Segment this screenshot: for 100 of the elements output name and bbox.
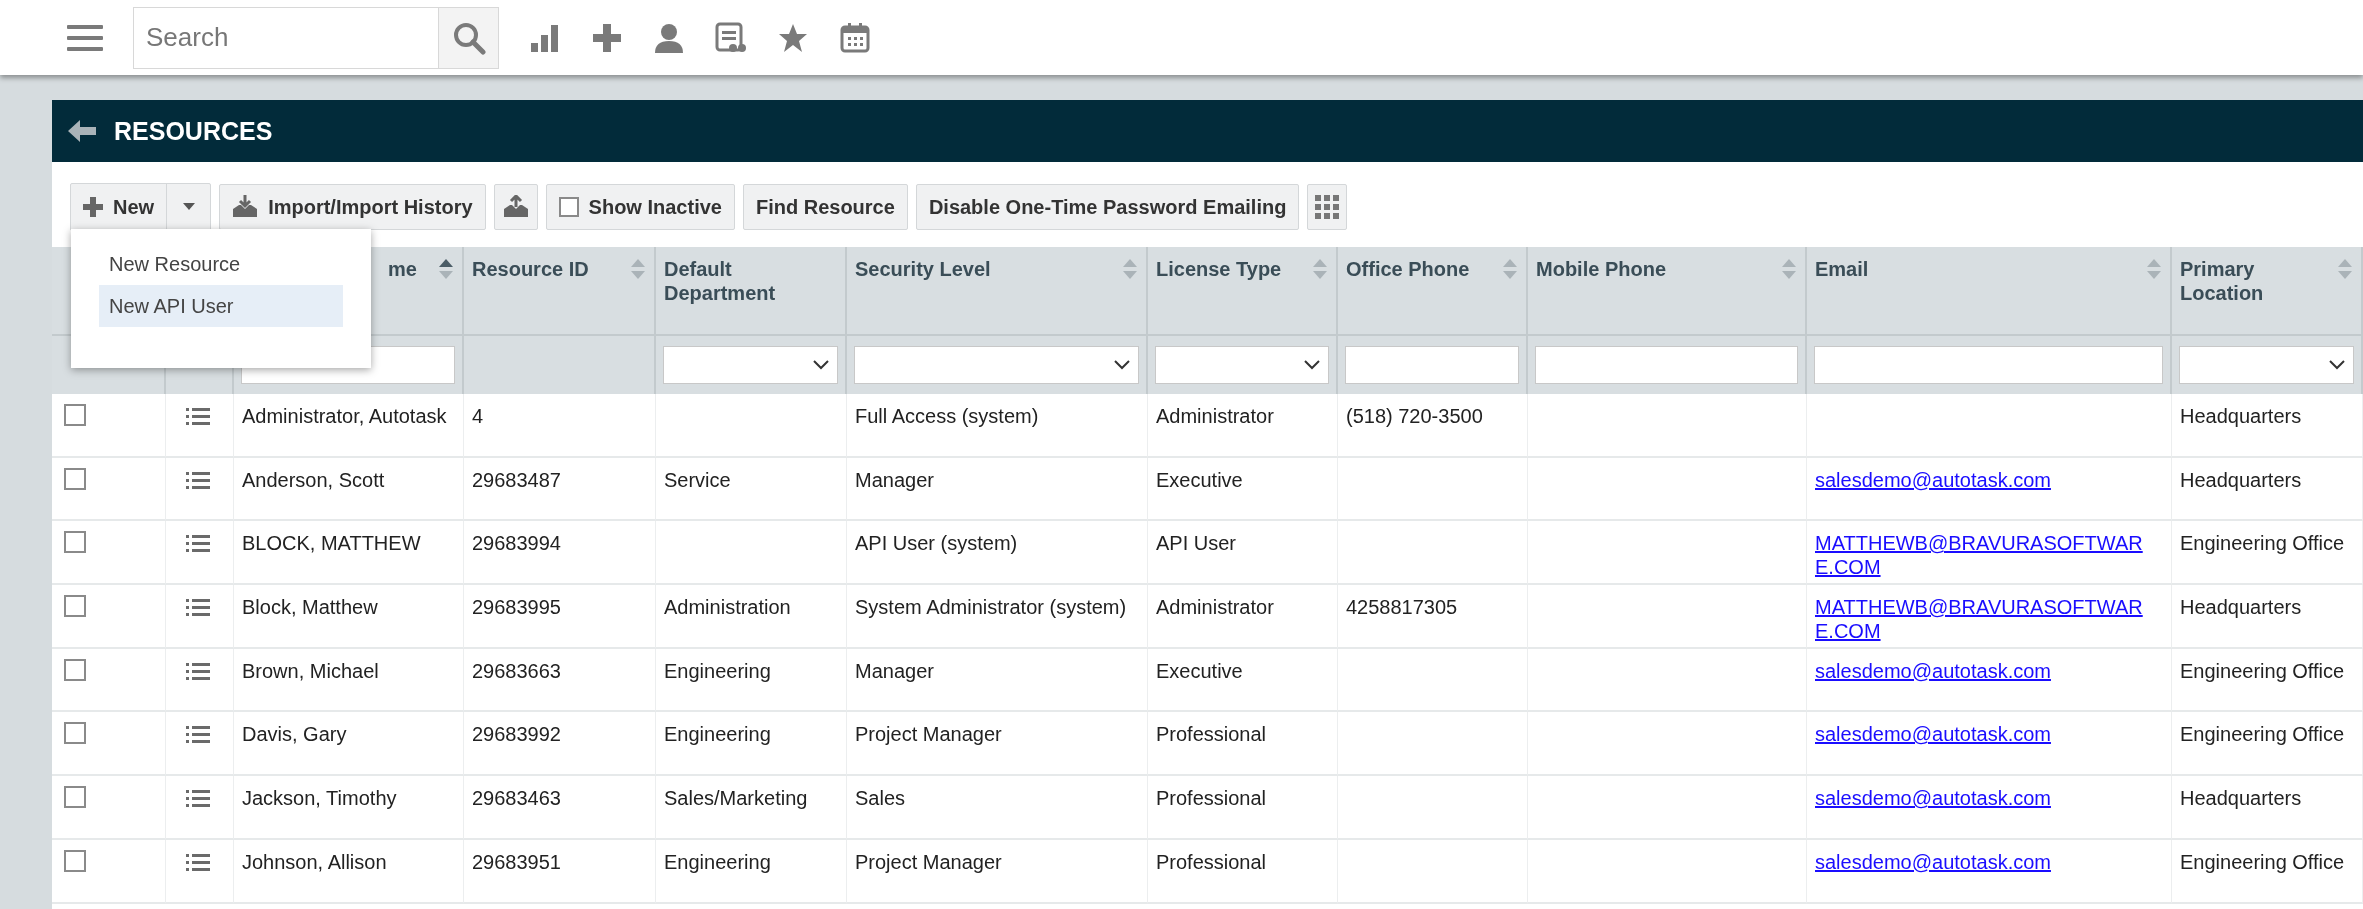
column-header[interactable]: Default Department [664,257,837,305]
table-cell: Manager [847,457,1148,522]
table-cell: Manager [847,648,1148,713]
table-cell: API User [1148,521,1338,586]
filter-field[interactable] [1345,346,1519,384]
export-button[interactable] [493,184,538,230]
table-cell: Administration [656,585,847,649]
table-cell: Executive [1148,457,1338,522]
table-cell: Sales [847,776,1148,840]
grid-icon [1315,195,1340,219]
row-checkbox[interactable] [64,786,86,809]
table-cell: 29683951 [464,839,656,904]
menu-item[interactable]: New API User [99,285,343,327]
table-cell: System Administrator (system) [847,585,1148,649]
search-icon [451,20,486,55]
email-link[interactable]: salesdemo@autotask.com [1815,722,2051,747]
table-cell: Headquarters [2172,394,2363,458]
table-cell: Jackson, Timothy [234,776,464,840]
table-cell: 29683992 [464,712,656,777]
table-cell: 4258817305 [1338,585,1528,649]
sort-icon[interactable] [438,257,454,281]
chevron-down-icon [1114,360,1130,370]
column-header[interactable]: Office Phone [1346,257,1470,281]
table-cell: Administrator, Autotask [234,394,464,458]
row-checkbox[interactable] [64,531,86,554]
chevron-down-icon [1304,360,1320,370]
table-cell: Professional [1148,839,1338,904]
chevron-down-icon [813,360,829,370]
table-cell: API User (system) [847,521,1148,586]
row-checkbox[interactable] [64,849,86,872]
table-cell: Engineering Office [2172,839,2363,904]
filter-field[interactable] [1535,346,1798,384]
disable-password-button[interactable]: Disable One-Time Password Emailing [915,184,1300,230]
list-icon[interactable] [186,724,210,745]
email-link[interactable]: salesdemo@autotask.com [1815,849,2051,874]
list-icon[interactable] [186,788,210,809]
table-cell: Administrator [1148,585,1338,649]
table-cell: Headquarters [2172,776,2363,840]
column-header[interactable]: License Type [1156,257,1282,281]
table-cell: Sales/Marketing [656,776,847,840]
back-arrow-icon[interactable] [68,120,96,142]
column-header[interactable]: Resource ID [472,257,589,281]
column-header[interactable]: Security Level [855,257,991,281]
chevron-down-icon [2329,360,2345,370]
table-cell: BLOCK, MATTHEW [234,521,464,586]
table-cell: Engineering [656,839,847,904]
table-cell: Engineering [656,648,847,713]
row-checkbox[interactable] [64,658,86,681]
table-cell: Full Access (system) [847,394,1148,458]
import-icon [232,195,259,219]
email-link[interactable]: salesdemo@autotask.com [1815,658,2051,683]
table-cell: Professional [1148,776,1338,840]
row-checkbox[interactable] [64,467,86,490]
list-icon[interactable] [186,851,210,872]
column-header[interactable]: Mobile Phone [1536,257,1666,281]
table-cell: Headquarters [2172,585,2363,649]
panel-title: RESOURCES [114,116,273,146]
table-cell: Professional [1148,712,1338,777]
email-link[interactable]: MATTHEWB@BRAVURASOFTWARE.COM [1815,595,2157,644]
search-field[interactable]: Search [133,6,499,69]
table-cell: Johnson, Allison [234,839,464,904]
table-cell: 29683663 [464,648,656,713]
table-cell: Service [656,457,847,522]
table-cell: Project Manager [847,712,1148,777]
table-cell: (518) 720-3500 [1338,394,1528,458]
email-link[interactable]: salesdemo@autotask.com [1815,467,2051,492]
checkbox[interactable] [558,197,579,217]
table-cell: Brown, Michael [234,648,464,713]
table-cell: Executive [1148,648,1338,713]
filter-field[interactable] [1814,346,2163,384]
list-icon[interactable] [186,406,210,426]
list-icon[interactable] [186,533,210,554]
table-cell: Engineering Office [2172,712,2363,777]
column-header[interactable]: Email [1815,257,1869,281]
table-cell: Block, Matthew [234,585,464,649]
table-cell: 29683463 [464,776,656,840]
table-cell: 29683487 [464,457,656,522]
row-checkbox[interactable] [64,595,86,618]
table-cell: 29683995 [464,585,656,649]
grid-view-button[interactable] [1307,184,1348,230]
menu-item[interactable]: New Resource [99,243,343,285]
table-cell: Administrator [1148,394,1338,458]
table-cell: Anderson, Scott [234,457,464,522]
find-resource-button[interactable]: Find Resource [742,184,908,230]
search-button[interactable] [438,7,498,68]
table-cell: Engineering [656,712,847,777]
list-icon[interactable] [186,660,210,681]
import-button[interactable]: Import/Import History [219,184,486,230]
email-link[interactable]: MATTHEWB@BRAVURASOFTWARE.COM [1815,531,2157,580]
row-checkbox[interactable] [64,404,86,426]
table-cell: 4 [464,394,656,458]
caret-icon [182,203,195,211]
row-checkbox[interactable] [64,722,86,745]
table-cell: 29683994 [464,521,656,586]
column-header[interactable]: Primary Location [2180,257,2331,305]
list-icon[interactable] [186,597,210,618]
email-link[interactable]: salesdemo@autotask.com [1815,786,2051,811]
list-icon[interactable] [186,469,210,490]
plus-icon [83,197,103,217]
upload-tray-icon [502,195,529,219]
